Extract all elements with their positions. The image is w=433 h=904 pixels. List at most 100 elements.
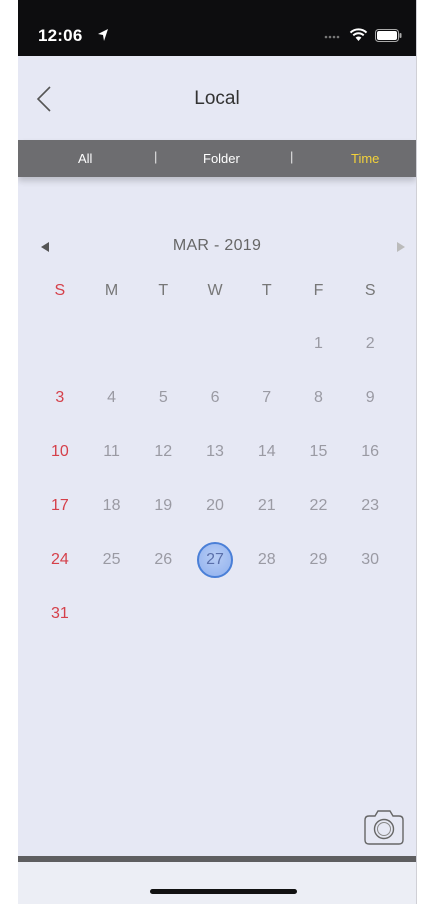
calendar-day-29[interactable]: 29	[293, 545, 345, 599]
day-number: 23	[361, 497, 380, 514]
filter-tab-bar: All | Folder | Time	[18, 140, 416, 177]
calendar-grid: 1 2 3 4 5 6 7 8 9 10 11 12 13 14 15 16 17 18 19 20 21 22 23 24 2…	[34, 329, 396, 653]
page-title: Local	[194, 88, 240, 109]
calendar-day-4[interactable]: 4	[86, 383, 138, 437]
calendar-day-21[interactable]: 21	[241, 491, 293, 545]
wifi-icon	[349, 28, 368, 41]
day-number: 1	[314, 335, 323, 352]
calendar-day-13[interactable]: 13	[189, 437, 241, 491]
day-number: 29	[309, 551, 328, 568]
calendar-day-15[interactable]: 15	[293, 437, 345, 491]
calendar-day-19[interactable]: 19	[137, 491, 189, 545]
day-number: 15	[309, 443, 328, 460]
day-number: 6	[210, 389, 220, 406]
weekday-label: F	[313, 282, 324, 299]
calendar-week-row: 3 4 5 6 7 8 9	[34, 383, 396, 437]
home-indicator[interactable]	[150, 889, 297, 894]
calendar-day-2[interactable]: 2	[344, 329, 396, 383]
calendar-day-8[interactable]: 8	[293, 383, 345, 437]
tab-all[interactable]: All	[78, 150, 92, 167]
calendar-day-30[interactable]: 30	[344, 545, 396, 599]
status-bar: 12:06	[18, 0, 416, 56]
calendar-day-14[interactable]: 14	[241, 437, 293, 491]
calendar-day-20[interactable]: 20	[189, 491, 241, 545]
calendar-empty-cell	[137, 329, 189, 383]
calendar-empty-cell	[344, 599, 396, 653]
day-number: 14	[257, 443, 276, 460]
day-number: 28	[257, 551, 276, 568]
app-screen: 12:06 Local All | Folder | Time MAR - 20…	[18, 0, 416, 904]
day-number: 30	[361, 551, 380, 568]
calendar-day-18[interactable]: 18	[86, 491, 138, 545]
day-number: 3	[55, 389, 65, 406]
calendar-day-7[interactable]: 7	[241, 383, 293, 437]
calendar-week-row: 12	[34, 329, 396, 383]
calendar-empty-cell	[86, 599, 138, 653]
day-number: 17	[50, 497, 69, 514]
calendar-empty-cell	[293, 599, 345, 653]
calendar-empty-cell	[189, 329, 241, 383]
day-number: 13	[206, 443, 224, 460]
month-header: MAR - 2019	[18, 233, 416, 263]
weekday-label: W	[207, 282, 223, 299]
calendar-day-5[interactable]: 5	[137, 383, 189, 437]
month-label: MAR - 2019	[172, 237, 262, 254]
day-number: 4	[107, 389, 117, 406]
calendar-day-3[interactable]: 3	[34, 383, 86, 437]
tab-time[interactable]: Time	[351, 150, 379, 167]
calendar-day-10[interactable]: 10	[34, 437, 86, 491]
calendar-day-26[interactable]: 26	[137, 545, 189, 599]
status-icons	[324, 25, 402, 45]
calendar-day-17[interactable]: 17	[34, 491, 86, 545]
weekday-label: T	[261, 282, 272, 299]
day-number: 5	[158, 389, 168, 406]
weekday-header: S M T W T F S	[34, 282, 396, 300]
day-number: 21	[257, 497, 276, 514]
tab-separator: |	[154, 149, 158, 164]
calendar-empty-cell	[34, 329, 86, 383]
weekday-label: M	[104, 282, 119, 299]
calendar-week-row: 10 11 12 13 14 15 16	[34, 437, 396, 491]
day-number: 7	[262, 389, 272, 406]
location-arrow-icon	[98, 29, 108, 41]
day-number: 20	[206, 497, 224, 514]
weekday-label: T	[158, 282, 169, 299]
calendar-day-28[interactable]: 28	[241, 545, 293, 599]
tab-folder[interactable]: Folder	[203, 150, 240, 167]
day-number: 10	[50, 443, 69, 460]
day-number: 2	[365, 335, 375, 352]
calendar-week-row: 31	[34, 599, 396, 653]
camera-button[interactable]	[361, 806, 407, 848]
day-number: 11	[103, 443, 120, 460]
calendar-day-24[interactable]: 24	[34, 545, 86, 599]
screen-edge	[416, 0, 417, 904]
calendar-day-25[interactable]: 25	[86, 545, 138, 599]
day-number: 8	[314, 389, 323, 406]
day-number: 24	[50, 551, 69, 568]
calendar-day-6[interactable]: 6	[189, 383, 241, 437]
day-number: 27	[197, 542, 234, 578]
calendar-empty-cell	[86, 329, 138, 383]
status-time: 12:06	[38, 26, 83, 45]
calendar-empty-cell	[241, 329, 293, 383]
day-number: 19	[154, 497, 173, 514]
bottom-bar	[18, 862, 416, 904]
day-number: 16	[361, 443, 380, 460]
calendar-week-row: 17 18 19 20 21 22 23	[34, 491, 396, 545]
day-number: 26	[154, 551, 173, 568]
calendar-day-9[interactable]: 9	[344, 383, 396, 437]
calendar-day-27[interactable]: 27	[189, 542, 241, 599]
calendar-day-16[interactable]: 16	[344, 437, 396, 491]
day-number: 9	[365, 389, 375, 406]
calendar-day-22[interactable]: 22	[293, 491, 345, 545]
calendar-day-11[interactable]: 11	[86, 437, 138, 491]
calendar-day-12[interactable]: 12	[137, 437, 189, 491]
calendar-day-31[interactable]: 31	[34, 599, 86, 653]
day-number: 12	[154, 443, 173, 460]
next-month-button[interactable]	[396, 241, 406, 253]
tab-separator: |	[290, 149, 294, 164]
calendar-day-23[interactable]: 23	[344, 491, 396, 545]
calendar-day-1[interactable]: 1	[293, 329, 345, 383]
signal-dots-icon	[324, 35, 340, 39]
battery-icon	[375, 28, 402, 42]
